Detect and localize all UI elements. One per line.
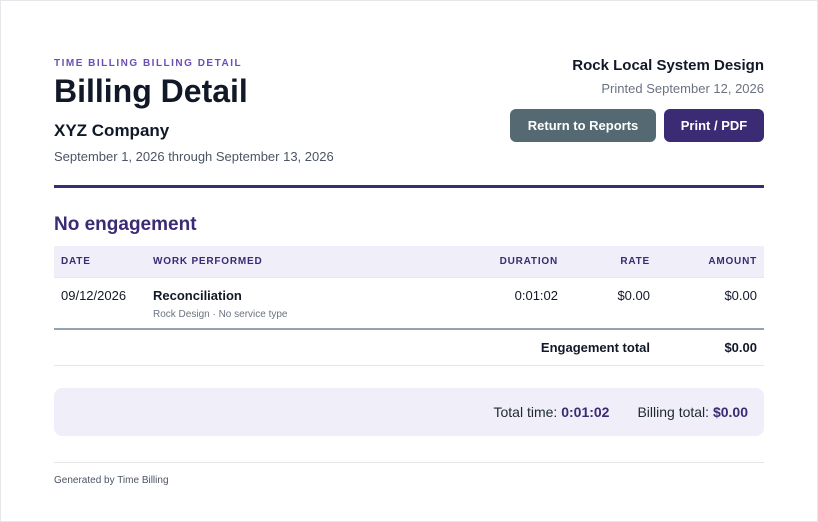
entry-work-subtitle: Rock Design · No service type xyxy=(153,308,288,320)
header-divider xyxy=(54,185,764,188)
engagement-title: No engagement xyxy=(54,214,197,235)
report-header-right: Rock Local System Design Printed Septemb… xyxy=(510,57,764,142)
column-header-amount: AMOUNT xyxy=(657,246,764,278)
date-range: September 1, 2026 through September 13, … xyxy=(54,149,334,164)
total-time-label: Total time: xyxy=(493,403,558,420)
billing-total: Billing total: $0.00 xyxy=(637,404,748,420)
total-time: Total time: 0:01:02 xyxy=(494,404,610,420)
billing-table: DATE WORK PERFORMED DURATION RATE AMOUNT… xyxy=(54,246,764,366)
column-header-rate: RATE xyxy=(565,246,657,278)
return-to-reports-button[interactable]: Return to Reports xyxy=(510,109,656,142)
footer-text: Generated by Time Billing xyxy=(54,474,169,486)
entry-work: Reconciliation Rock Design · No service … xyxy=(146,277,445,330)
engagement-total-label: Engagement total xyxy=(54,329,657,366)
print-pdf-button[interactable]: Print / PDF xyxy=(664,109,764,142)
billing-detail-page: TIME BILLING BILLING DETAIL Billing Deta… xyxy=(0,0,818,522)
printed-date: Printed September 12, 2026 xyxy=(601,81,764,96)
entry-rate: $0.00 xyxy=(565,277,657,330)
entry-work-title: Reconciliation xyxy=(153,287,242,303)
report-kicker: TIME BILLING BILLING DETAIL xyxy=(54,58,243,69)
entry-duration: 0:01:02 xyxy=(445,277,565,330)
table-row: 09/12/2026 Reconciliation Rock Design · … xyxy=(54,277,764,330)
header-actions: Return to Reports Print / PDF xyxy=(510,109,764,142)
entry-date: 09/12/2026 xyxy=(54,277,146,330)
billing-summary: Total time: 0:01:02 Billing total: $0.00 xyxy=(54,387,764,436)
page-title: Billing Detail xyxy=(54,73,248,109)
report-header: TIME BILLING BILLING DETAIL Billing Deta… xyxy=(54,57,764,164)
footer-divider xyxy=(54,461,764,463)
total-time-value: 0:01:02 xyxy=(561,403,610,420)
column-header-date: DATE xyxy=(54,246,146,278)
column-header-work: WORK PERFORMED xyxy=(146,246,445,278)
entry-amount: $0.00 xyxy=(657,277,764,330)
engagement-total-row: Engagement total $0.00 xyxy=(54,329,764,366)
billing-total-label: Billing total: xyxy=(637,403,710,420)
report-header-left: TIME BILLING BILLING DETAIL Billing Deta… xyxy=(54,57,334,164)
firm-name: Rock Local System Design xyxy=(572,57,764,74)
company-name: XYZ Company xyxy=(54,121,170,140)
billing-total-value: $0.00 xyxy=(712,403,748,420)
column-header-duration: DURATION xyxy=(445,246,565,278)
engagement-total-amount: $0.00 xyxy=(657,329,764,366)
table-header-row: DATE WORK PERFORMED DURATION RATE AMOUNT xyxy=(54,246,764,278)
